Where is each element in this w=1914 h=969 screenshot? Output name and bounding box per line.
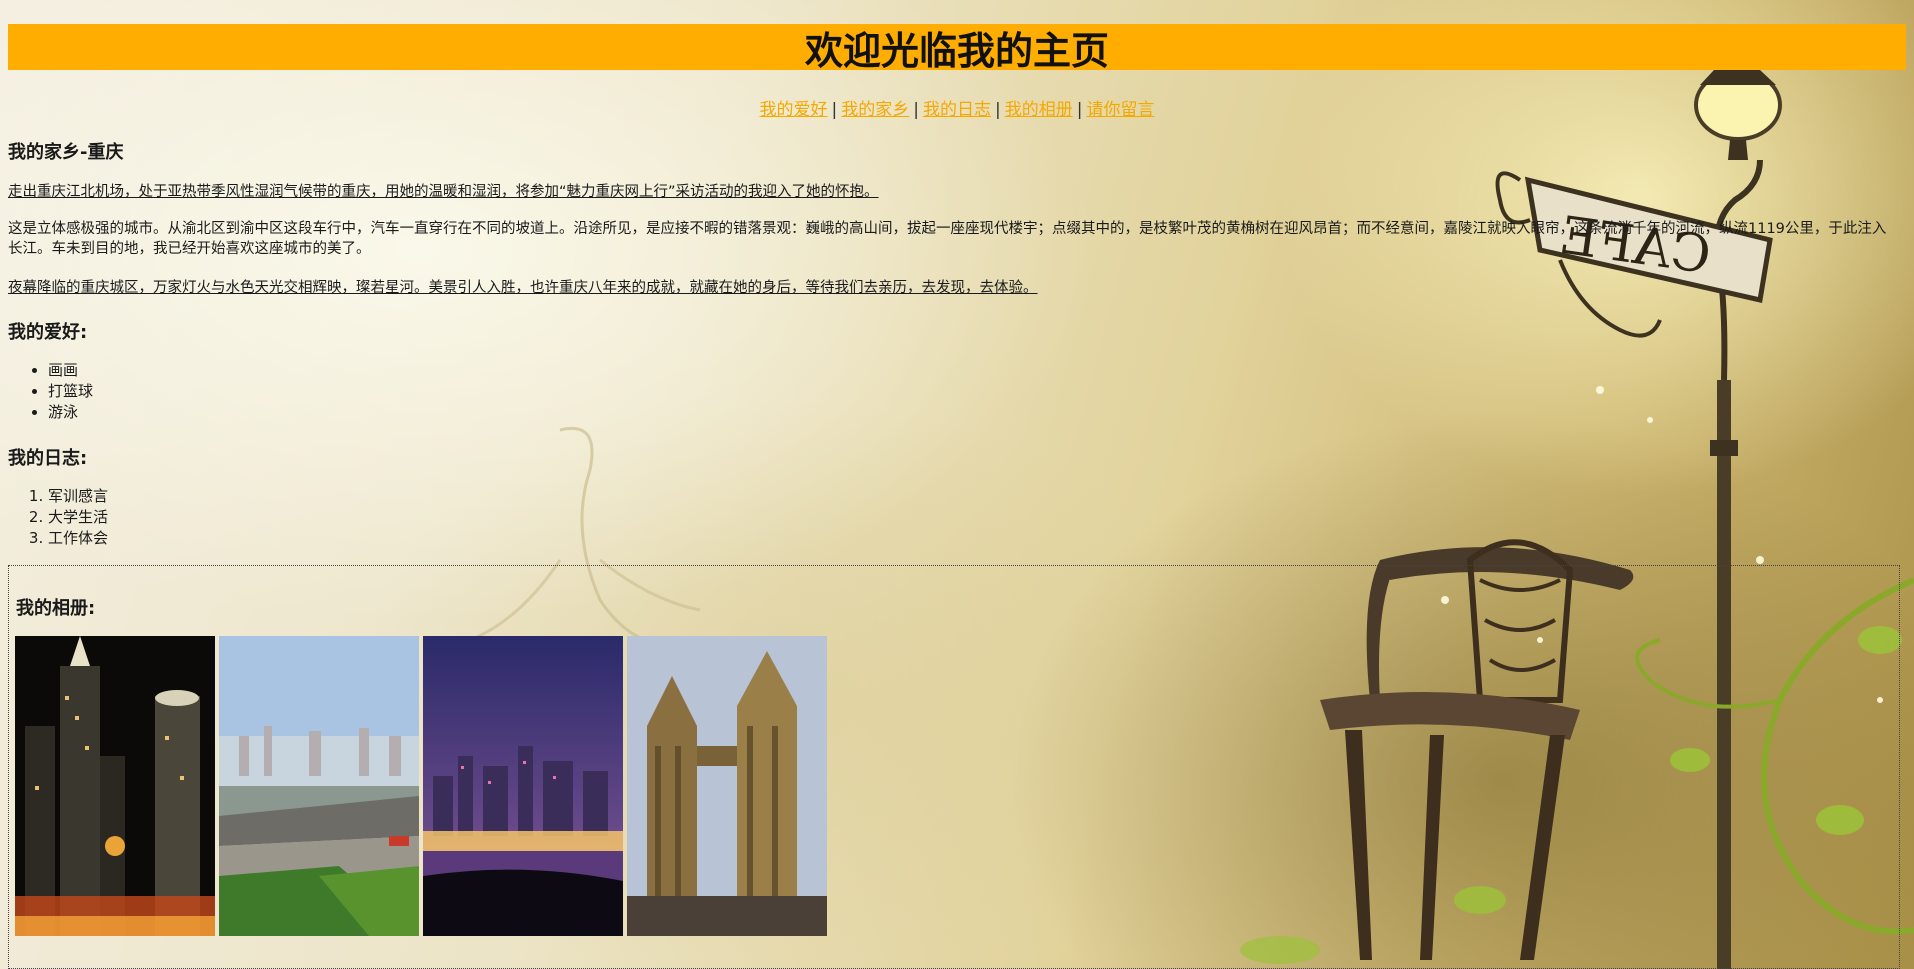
- nav-link-hobbies[interactable]: 我的爱好: [760, 100, 828, 120]
- album-section: 我的相册:: [8, 565, 1900, 969]
- hobbies-heading: 我的爱好:: [8, 322, 88, 343]
- page-title: 欢迎光临我的主页: [804, 28, 1109, 73]
- list-item: 工作体会: [48, 528, 108, 549]
- hobbies-list: 画画 打篮球 游泳: [8, 360, 93, 423]
- list-item: 游泳: [48, 402, 93, 423]
- nav-link-guestbook[interactable]: 请你留言: [1086, 100, 1154, 120]
- river-bridge-photo[interactable]: [219, 636, 419, 936]
- list-item: 打篮球: [48, 381, 93, 402]
- diary-list: 军训感言 大学生活 工作体会: [8, 486, 108, 549]
- list-item: 大学生活: [48, 507, 108, 528]
- nav-separator: |: [831, 100, 838, 120]
- hometown-heading: 我的家乡-重庆: [8, 142, 124, 163]
- album-heading: 我的相册:: [16, 598, 96, 619]
- hometown-paragraph-2: 这是立体感极强的城市。从渝北区到渝中区这段车行中，汽车一直穿行在不同的坡道上。沿…: [8, 221, 1887, 257]
- hometown-paragraph-3[interactable]: 夜幕降临的重庆城区，万家灯火与水色天光交相辉映，璨若星河。美景引人入胜，也许重庆…: [8, 278, 1038, 298]
- list-item: 画画: [48, 360, 93, 381]
- header-banner: 欢迎光临我的主页: [8, 24, 1906, 73]
- nav-separator: |: [1076, 100, 1083, 120]
- twin-towers-photo[interactable]: [627, 636, 827, 936]
- nav-bar: 我的爱好 | 我的家乡 | 我的日志 | 我的相册 | 请你留言: [0, 95, 1914, 120]
- nav-separator: |: [913, 100, 919, 120]
- nav-link-album[interactable]: 我的相册: [1005, 100, 1073, 120]
- photo-gallery: [15, 636, 827, 936]
- nav-separator: |: [995, 100, 1001, 120]
- nav-link-hometown[interactable]: 我的家乡: [841, 100, 909, 120]
- hometown-paragraph-1[interactable]: 走出重庆江北机场，处于亚热带季风性湿润气候带的重庆，用她的温暖和湿润，将参加“魅…: [8, 182, 879, 202]
- diary-heading: 我的日志:: [8, 448, 88, 469]
- nav-link-diary[interactable]: 我的日志: [923, 100, 991, 120]
- night-skyline-photo[interactable]: [15, 636, 215, 936]
- list-item: 军训感言: [48, 486, 108, 507]
- night-riverside-photo[interactable]: [423, 636, 623, 936]
